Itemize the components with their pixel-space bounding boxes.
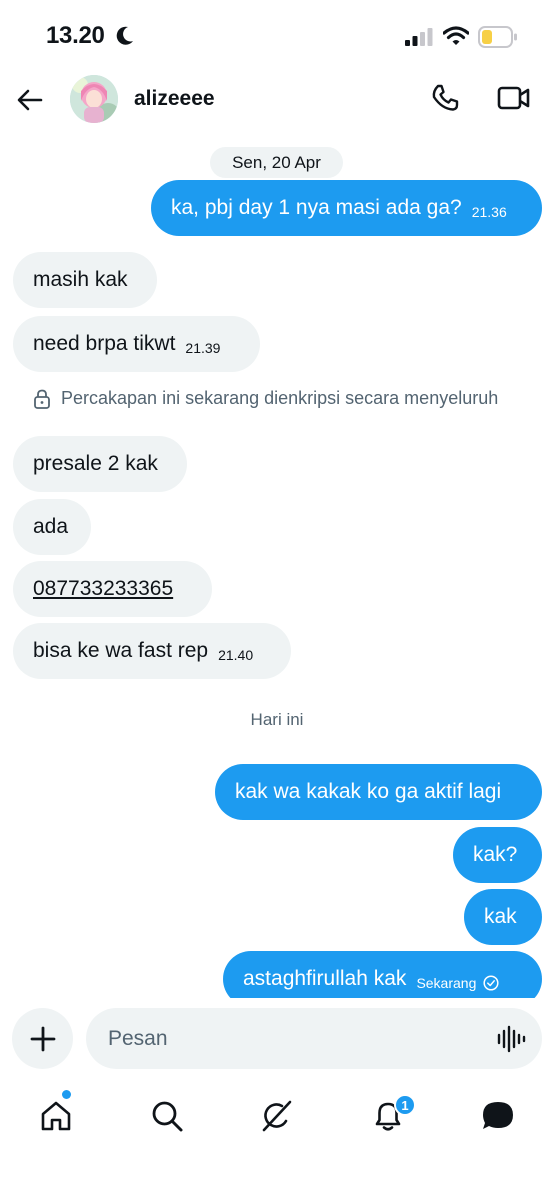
lock-icon xyxy=(34,389,50,409)
date-separator: Hari ini xyxy=(250,710,304,729)
message-bubble-outgoing[interactable]: astaghfirullah kak Sekarang xyxy=(223,951,542,998)
message-bubble-outgoing[interactable]: kak? xyxy=(453,827,542,883)
avatar-image xyxy=(70,75,118,123)
signal-icon xyxy=(405,28,433,46)
wifi-icon xyxy=(443,26,469,45)
message-bubble-incoming[interactable]: masih kak xyxy=(13,252,157,308)
phone-icon xyxy=(432,84,459,111)
message-text: astaghfirullah kak xyxy=(243,967,407,990)
avatar[interactable] xyxy=(70,75,118,123)
message-list[interactable]: Sen, 20 Apr ka, pbj day 1 nya masi ada g… xyxy=(0,130,554,998)
grok-icon xyxy=(262,1100,292,1132)
status-bar: 13.20 xyxy=(0,0,554,70)
plus-icon xyxy=(30,1026,55,1051)
search-icon xyxy=(152,1101,183,1132)
message-bubble-incoming[interactable]: 087733233365 xyxy=(13,561,212,617)
messages-icon xyxy=(483,1102,513,1129)
battery-icon xyxy=(478,26,517,48)
back-arrow-icon xyxy=(17,89,43,111)
contact-name[interactable]: alizeeee xyxy=(134,87,215,111)
message-composer xyxy=(0,998,554,1080)
moon-icon xyxy=(116,26,133,45)
nav-search[interactable] xyxy=(147,1096,187,1136)
message-time: 21.39 xyxy=(185,340,221,356)
message-bubble-incoming[interactable]: ada xyxy=(13,499,91,555)
message-text: kak? xyxy=(473,843,518,866)
phone-number-link[interactable]: 087733233365 xyxy=(33,577,173,601)
message-bubble-incoming[interactable]: bisa ke wa fast rep 21.40 xyxy=(13,623,291,679)
nav-grok[interactable] xyxy=(257,1096,297,1136)
message-text: ka, pbj day 1 nya masi ada ga? xyxy=(171,196,462,219)
home-icon xyxy=(41,1101,71,1131)
bottom-navigation: 1 xyxy=(0,1080,554,1200)
voice-wave-icon xyxy=(497,1025,526,1053)
message-text: kak xyxy=(484,905,517,928)
message-bubble-outgoing[interactable]: kak xyxy=(464,889,542,945)
message-text: need brpa tikwt xyxy=(33,332,176,355)
message-time: Sekarang xyxy=(416,975,477,991)
message-time: 21.40 xyxy=(218,647,254,663)
message-text: presale 2 kak xyxy=(33,452,158,475)
encryption-notice: Percakapan ini sekarang dienkripsi secar… xyxy=(33,388,498,409)
message-text: ada xyxy=(33,515,69,538)
message-bubble-incoming[interactable]: need brpa tikwt 21.39 xyxy=(13,316,260,372)
message-text: masih kak xyxy=(33,268,128,291)
video-call-button[interactable] xyxy=(497,83,531,115)
check-circle-icon xyxy=(483,975,499,991)
notification-count-badge: 1 xyxy=(394,1094,416,1116)
home-notification-dot xyxy=(62,1090,71,1099)
message-input[interactable] xyxy=(86,1008,542,1069)
nav-home[interactable] xyxy=(36,1096,76,1136)
date-separator: Sen, 20 Apr xyxy=(210,147,343,178)
message-text: bisa ke wa fast rep xyxy=(33,639,209,662)
encryption-notice-text: Percakapan ini sekarang dienkripsi secar… xyxy=(61,388,499,408)
attach-button[interactable] xyxy=(12,1008,73,1069)
back-button[interactable] xyxy=(14,84,46,116)
voice-message-button[interactable] xyxy=(496,1024,526,1054)
nav-messages[interactable] xyxy=(478,1096,518,1136)
conversation-header: alizeeee xyxy=(0,70,554,130)
message-bubble-outgoing[interactable]: ka, pbj day 1 nya masi ada ga? 21.36 xyxy=(151,180,542,236)
message-bubble-outgoing[interactable]: kak wa kakak ko ga aktif lagi xyxy=(215,764,542,820)
voice-call-button[interactable] xyxy=(430,83,462,115)
status-time: 13.20 xyxy=(46,22,105,49)
message-time: 21.36 xyxy=(471,204,507,220)
message-bubble-incoming[interactable]: presale 2 kak xyxy=(13,436,187,492)
video-camera-icon xyxy=(497,86,530,110)
message-text: kak wa kakak ko ga aktif lagi xyxy=(235,780,502,803)
